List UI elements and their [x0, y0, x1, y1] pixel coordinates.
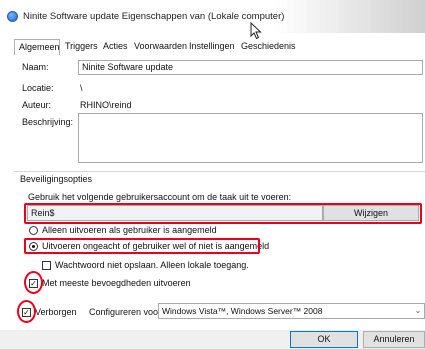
configure-label: Configureren voor:: [89, 307, 164, 317]
location-label: Locatie:: [22, 83, 54, 93]
name-label: Naam:: [22, 62, 49, 72]
chevron-down-icon: ⌄: [414, 306, 422, 315]
window-title: Ninite Software update Eigenschappen van…: [23, 11, 285, 22]
dialog-footer: OK Annuleren: [0, 330, 425, 349]
description-field[interactable]: [78, 113, 423, 163]
title-bar: Ninite Software update Eigenschappen van…: [0, 0, 425, 40]
mouse-pointer-icon: [250, 22, 262, 40]
configure-for-value: Windows Vista™, Windows Server™ 2008: [162, 306, 323, 316]
cancel-button[interactable]: Annuleren: [363, 331, 425, 348]
tab-voorwaarden[interactable]: Voorwaarden: [130, 39, 191, 55]
location-value: \: [80, 83, 83, 93]
tab-acties[interactable]: Acties: [99, 39, 132, 55]
highlight-hidden: [17, 300, 36, 323]
highlight-run-option: [24, 238, 260, 254]
author-value: RHINO\reind: [80, 100, 132, 110]
configure-for-select[interactable]: Windows Vista™, Windows Server™ 2008 ⌄: [158, 303, 425, 319]
highlight-privileges: [24, 271, 43, 294]
highest-privileges-label: Met meeste bevoegdheden uitvoeren: [42, 278, 191, 288]
description-label: Beschrijving:: [22, 117, 74, 127]
highlight-account: [24, 203, 422, 224]
section-divider: [14, 171, 425, 172]
name-field[interactable]: Ninite Software update: [78, 60, 423, 75]
hidden-label: Verborgen: [35, 307, 77, 317]
ok-button[interactable]: OK: [290, 331, 358, 348]
tab-triggers[interactable]: Triggers: [61, 39, 102, 55]
no-store-password-label: Wachtwoord niet opslaan. Alleen lokale t…: [55, 260, 249, 270]
account-prompt: Gebruik het volgende gebruikersaccount o…: [28, 192, 292, 202]
tab-geschiedenis[interactable]: Geschiedenis: [237, 39, 300, 55]
general-tab-panel: Naam: Ninite Software update Locatie: \ …: [14, 55, 425, 330]
radio-logged-on[interactable]: [29, 226, 38, 235]
title-bar-shade: [275, 0, 425, 33]
no-store-password-checkbox[interactable]: [42, 261, 51, 270]
tab-instellingen[interactable]: Instellingen: [185, 39, 239, 55]
task-scheduler-icon: [7, 11, 18, 22]
security-heading: Beveiligingsopties: [20, 174, 93, 184]
tab-algemeen[interactable]: Algemeen: [14, 39, 60, 56]
author-label: Auteur:: [22, 100, 52, 110]
radio-logged-on-label: Alleen uitvoeren als gebruiker is aangem…: [42, 225, 217, 235]
